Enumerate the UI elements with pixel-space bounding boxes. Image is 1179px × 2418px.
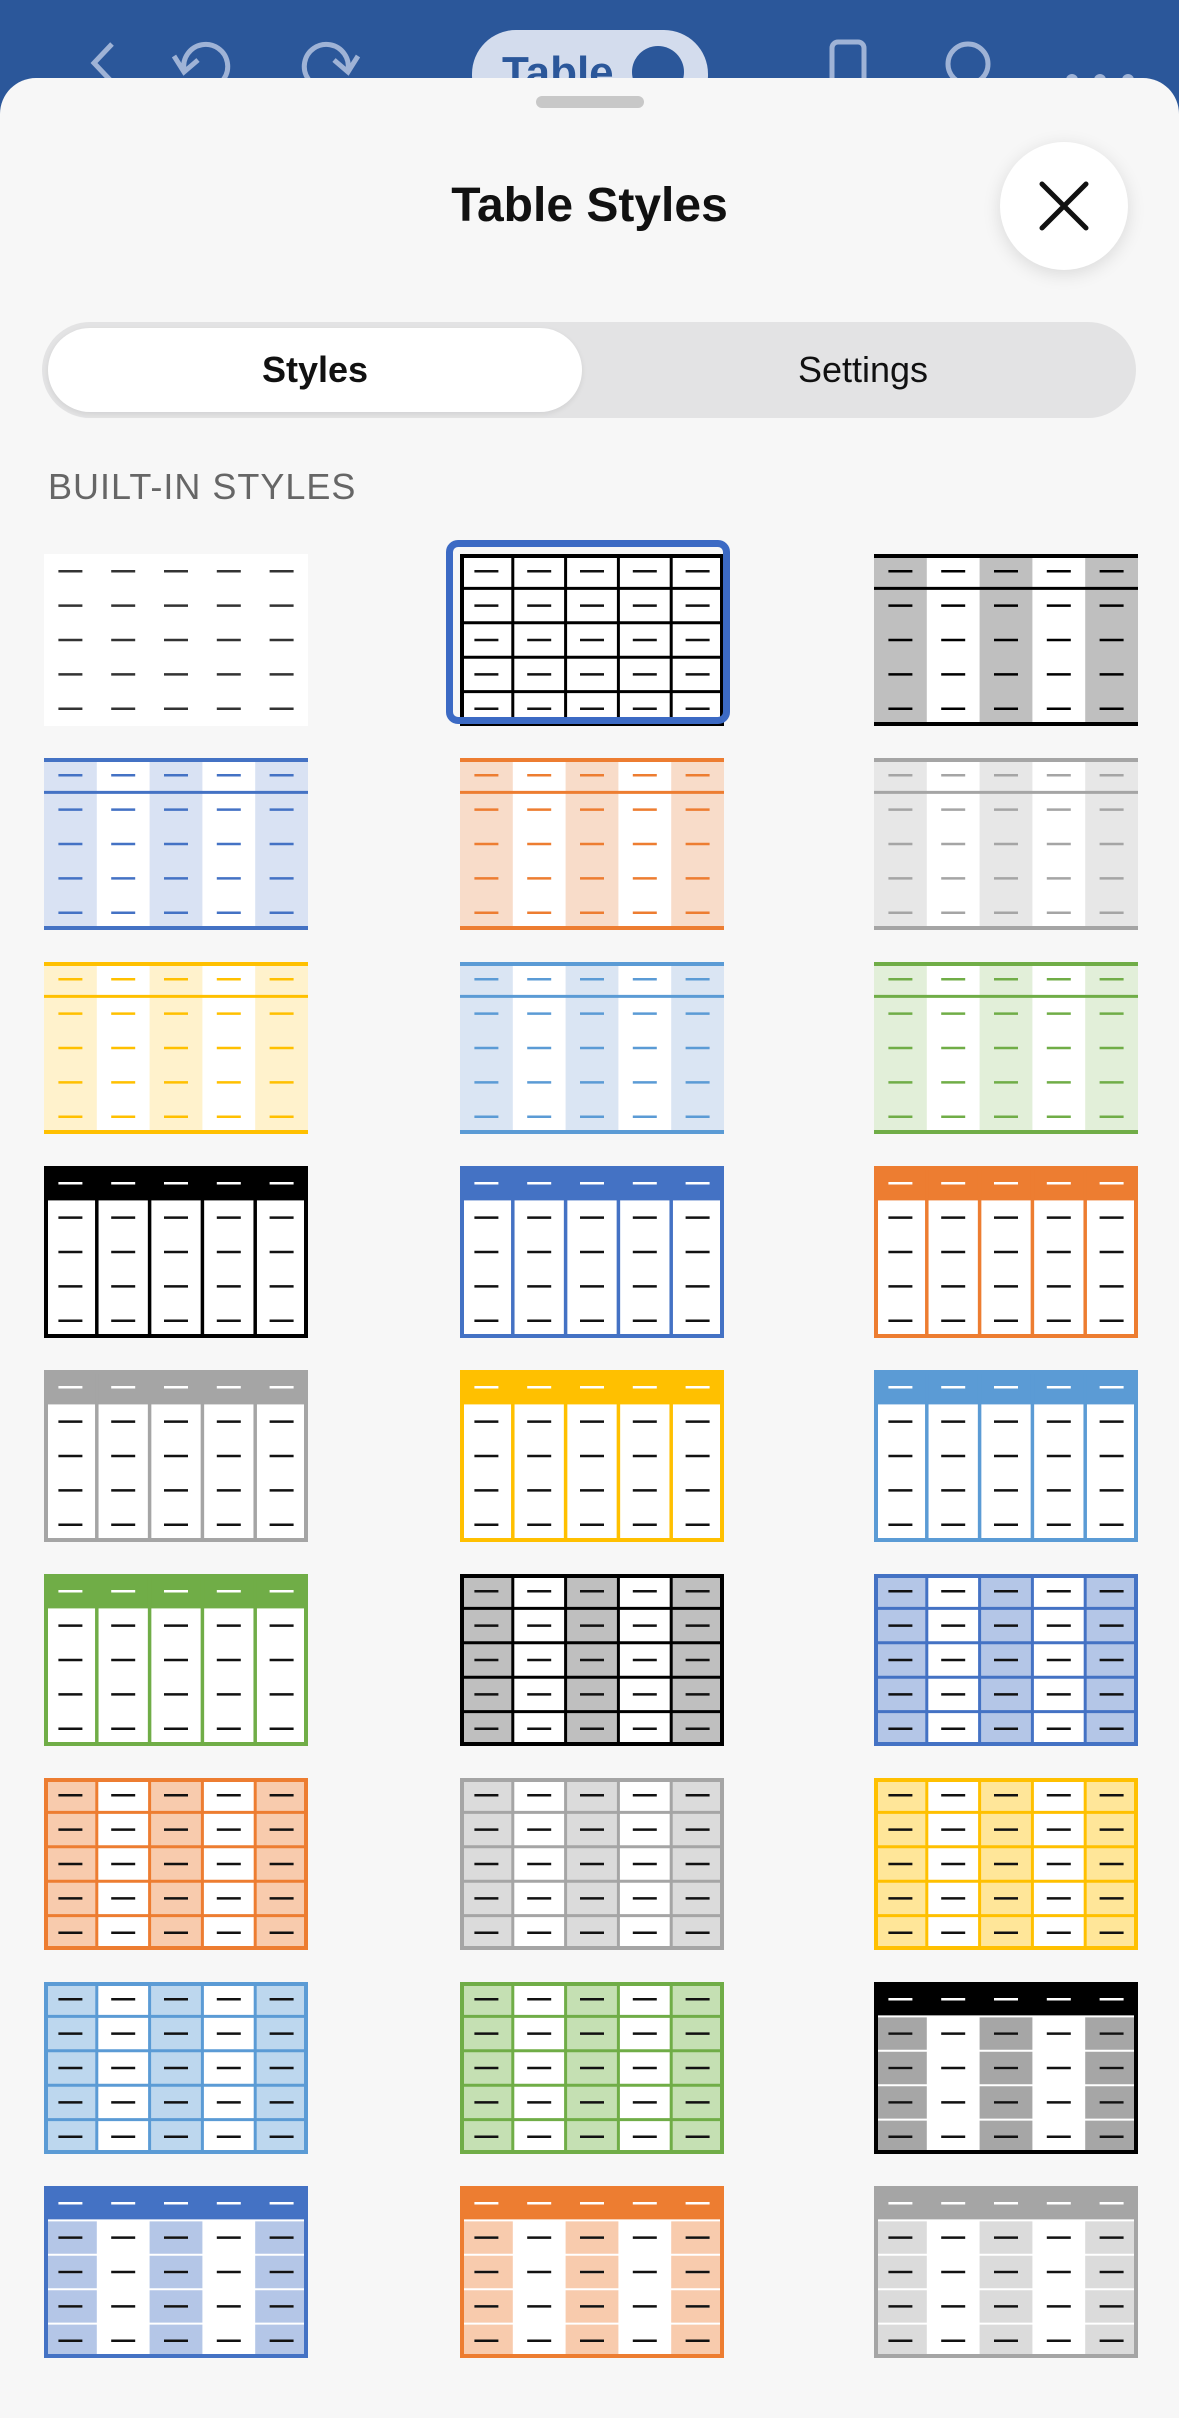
table-style-plain[interactable] — [44, 554, 308, 726]
table-style-thumbnail — [460, 1982, 724, 2154]
table-style-thumbnail — [460, 1778, 724, 1950]
table-style-thumbnail — [460, 758, 724, 930]
style-gallery — [0, 78, 1179, 2418]
table-style-dark-header-band-black[interactable] — [874, 1982, 1138, 2154]
table-style-banded-grid-blue[interactable] — [874, 1574, 1138, 1746]
table-style-banded-grid-orange[interactable] — [44, 1778, 308, 1950]
table-style-thumbnail — [874, 1982, 1138, 2154]
table-style-thumbnail — [460, 1166, 724, 1338]
table-style-thumbnail — [874, 1574, 1138, 1746]
table-style-thumbnail — [44, 1778, 308, 1950]
table-style-thumbnail — [44, 2186, 308, 2358]
table-style-thumbnail — [874, 962, 1138, 1134]
table-style-thumbnail — [874, 1166, 1138, 1338]
table-style-thumbnail — [874, 758, 1138, 930]
table-style-light-shading-gold[interactable] — [44, 962, 308, 1134]
table-style-thumbnail — [874, 554, 1138, 726]
table-style-table-grid[interactable] — [446, 540, 730, 726]
table-style-banded-grid-lightblue[interactable] — [44, 1982, 308, 2154]
table-style-thumbnail — [44, 1166, 308, 1338]
table-style-thumbnail — [460, 2186, 724, 2358]
table-style-thumbnail — [44, 554, 308, 726]
table-style-light-shading-blue[interactable] — [44, 758, 308, 930]
table-style-header-grid-black[interactable] — [44, 1166, 308, 1338]
app-toolbar: Table — [0, 0, 1179, 120]
table-style-header-grid-gray[interactable] — [44, 1370, 308, 1542]
table-style-header-grid-blue[interactable] — [460, 1166, 724, 1338]
table-style-thumbnail — [460, 1574, 724, 1746]
table-style-dark-header-band-gray[interactable] — [874, 2186, 1138, 2358]
table-style-thumbnail — [460, 1370, 724, 1542]
table-style-thumbnail — [44, 1370, 308, 1542]
table-style-banded-grid-gray[interactable] — [460, 1778, 724, 1950]
table-style-thumbnail — [874, 2186, 1138, 2358]
table-style-dark-header-band-orange[interactable] — [460, 2186, 724, 2358]
table-style-light-shading-gray[interactable] — [874, 758, 1138, 930]
table-style-header-grid-green[interactable] — [44, 1574, 308, 1746]
table-style-light-shading-black[interactable] — [874, 554, 1138, 726]
table-styles-sheet: Table Styles Styles Settings BUILT-IN ST… — [0, 78, 1179, 2418]
table-style-banded-grid-green[interactable] — [460, 1982, 724, 2154]
table-style-thumbnail — [874, 1778, 1138, 1950]
table-style-banded-grid-black[interactable] — [460, 1574, 724, 1746]
table-style-thumbnail — [44, 962, 308, 1134]
table-style-thumbnail — [44, 1574, 308, 1746]
table-style-light-shading-lightblue[interactable] — [460, 962, 724, 1134]
table-style-thumbnail — [44, 1982, 308, 2154]
table-style-dark-header-band-blue[interactable] — [44, 2186, 308, 2358]
table-style-header-grid-gold[interactable] — [460, 1370, 724, 1542]
table-style-thumbnail — [460, 962, 724, 1134]
table-style-header-grid-lightblue[interactable] — [874, 1370, 1138, 1542]
table-style-light-shading-green[interactable] — [874, 962, 1138, 1134]
table-style-header-grid-orange[interactable] — [874, 1166, 1138, 1338]
table-style-thumbnail — [460, 554, 724, 726]
table-style-thumbnail — [44, 758, 308, 930]
table-style-banded-grid-gold[interactable] — [874, 1778, 1138, 1950]
table-style-thumbnail — [874, 1370, 1138, 1542]
table-style-light-shading-orange[interactable] — [460, 758, 724, 930]
